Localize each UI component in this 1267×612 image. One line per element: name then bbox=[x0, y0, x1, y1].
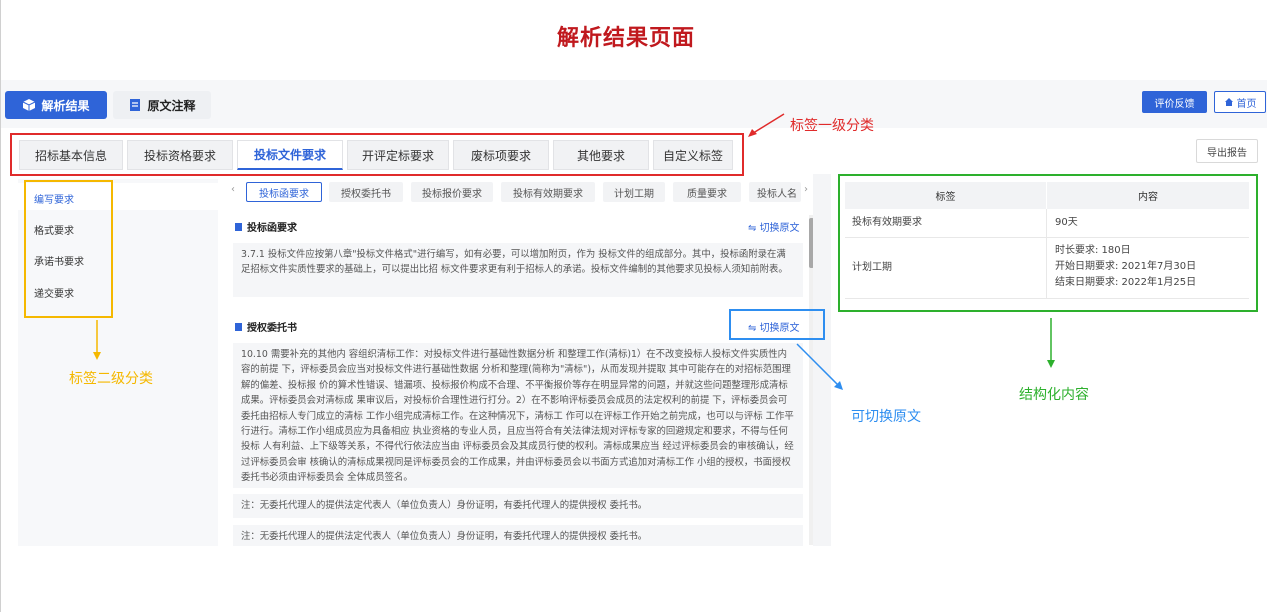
annotation-box-switch bbox=[729, 309, 825, 340]
switch-source-button[interactable]: ⇋ 切换原文 bbox=[748, 219, 800, 234]
annotation-label-structured: 结构化内容 bbox=[1019, 387, 1089, 403]
annotation-arrow-level1 bbox=[748, 113, 785, 137]
feedback-button[interactable]: 评价反馈 bbox=[1142, 91, 1207, 113]
switch-source-label: 切换原文 bbox=[759, 223, 800, 234]
chip-validity[interactable]: 投标有效期要求 bbox=[501, 182, 595, 202]
chip-bidder-name[interactable]: 投标人名 bbox=[749, 182, 801, 202]
chip-scroll-left-icon[interactable]: ‹ bbox=[231, 184, 235, 195]
chip-scroll-right-icon[interactable]: › bbox=[804, 184, 808, 195]
annotation-box-structured bbox=[838, 174, 1258, 312]
export-report-button[interactable]: 导出报告 bbox=[1196, 139, 1258, 163]
section-title-text: 投标函要求 bbox=[247, 223, 297, 234]
annotation-label-switch: 可切换原文 bbox=[851, 409, 921, 425]
annotation-arrow-structured bbox=[1047, 318, 1055, 368]
document-icon bbox=[130, 99, 141, 111]
tab-source-annotation-label: 原文注释 bbox=[147, 98, 196, 113]
home-icon bbox=[1224, 98, 1233, 106]
annotation-label-level1: 标签一级分类 bbox=[790, 118, 874, 134]
chip-schedule[interactable]: 计划工期 bbox=[603, 182, 665, 202]
section-text-authorization: 10.10 需要补充的其他内 容组织清标工作：对投标文件进行基础性数据分析 和整… bbox=[233, 343, 803, 488]
annotation-label-level2: 标签二级分类 bbox=[69, 371, 153, 387]
chip-quality[interactable]: 质量要求 bbox=[673, 182, 741, 202]
section-title-authorization: 授权委托书 bbox=[235, 319, 297, 334]
page-title: 解析结果页面 bbox=[556, 26, 695, 51]
section-title-bid-letter: 投标函要求 bbox=[235, 219, 297, 234]
annotation-box-level2 bbox=[24, 180, 113, 318]
annotation-arrow-switch bbox=[796, 343, 843, 390]
tab-parse-result[interactable]: 解析结果 bbox=[5, 91, 107, 119]
tab-source-annotation[interactable]: 原文注释 bbox=[113, 91, 211, 119]
swap-icon: ⇋ bbox=[748, 223, 760, 234]
chip-authorization[interactable]: 授权委托书 bbox=[329, 182, 403, 202]
annotation-box-level1 bbox=[10, 133, 744, 176]
annotation-arrow-level2 bbox=[93, 320, 101, 360]
cube-icon bbox=[23, 99, 36, 111]
chip-bid-price[interactable]: 投标报价要求 bbox=[411, 182, 493, 202]
flag-icon bbox=[235, 322, 242, 331]
section-text-bid-letter: 3.7.1 投标文件应按第八章"投标文件格式"进行编写，如有必要，可以增加附页，… bbox=[233, 243, 803, 297]
note-text: 注：无委托代理人的提供法定代表人（单位负责人）身份证明，有委托代理人的提供授权 … bbox=[233, 525, 803, 546]
tab-parse-result-label: 解析结果 bbox=[41, 98, 90, 113]
note-text: 注：无委托代理人的提供法定代表人（单位负责人）身份证明，有委托代理人的提供授权 … bbox=[233, 494, 803, 518]
screen: 解析结果页面 解析结果 原文注释 评价反馈 首页 招标基本信息 投标资格要求 投… bbox=[0, 0, 1267, 612]
chip-bid-letter[interactable]: 投标函要求 bbox=[246, 182, 322, 202]
home-button-label: 首页 bbox=[1236, 98, 1257, 110]
flag-icon bbox=[235, 222, 242, 231]
home-button[interactable]: 首页 bbox=[1214, 91, 1266, 113]
section-title-text: 授权委托书 bbox=[247, 323, 297, 334]
